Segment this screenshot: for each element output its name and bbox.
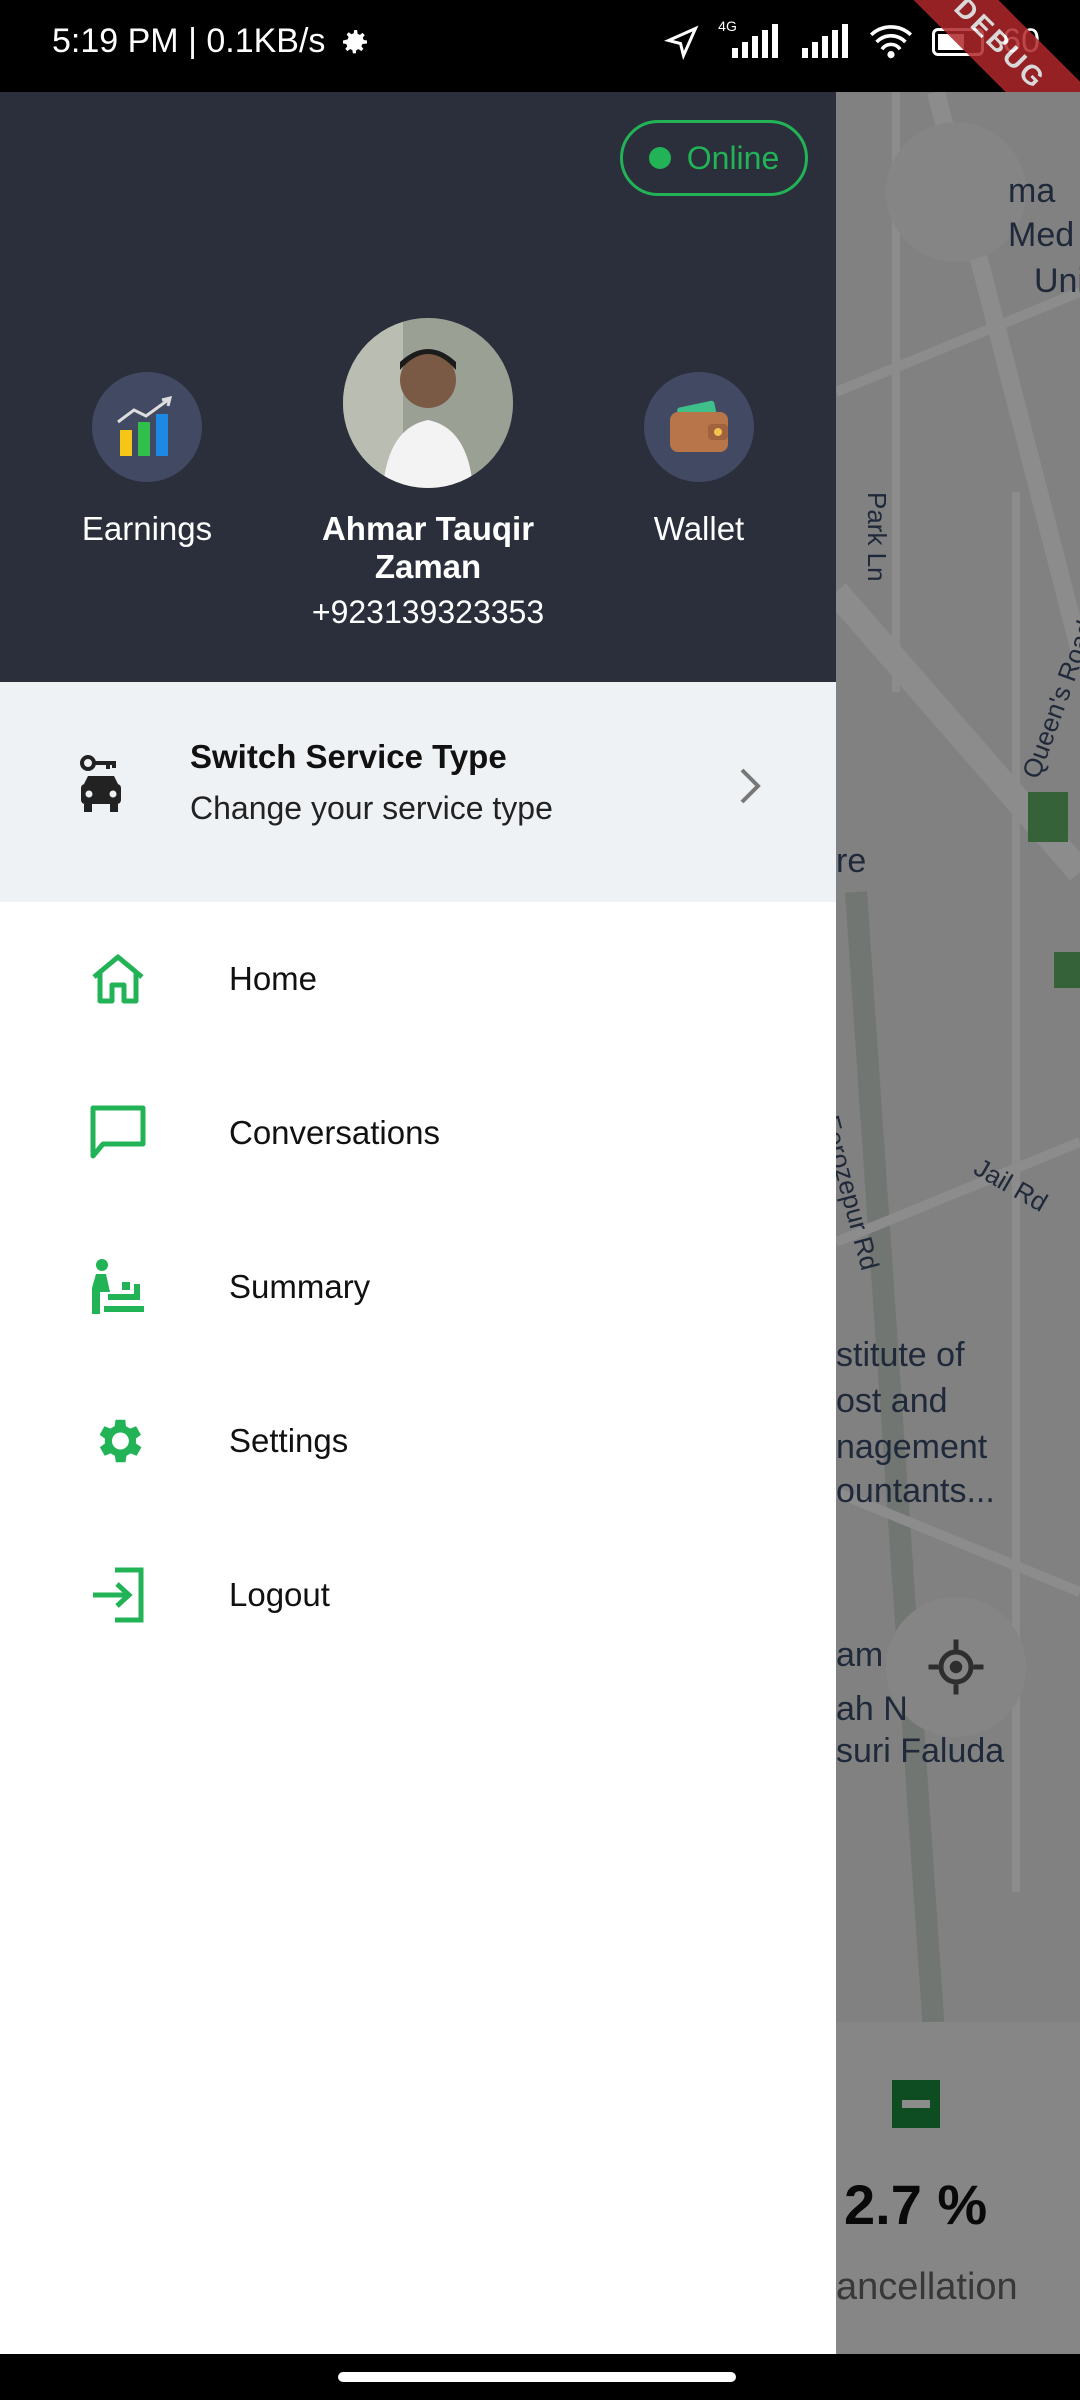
online-status-label: Online bbox=[686, 139, 780, 176]
logout-icon bbox=[86, 1563, 150, 1627]
menu-item-label: Logout bbox=[229, 1576, 330, 1613]
profile-section[interactable]: Ahmar Tauqir Zaman +923139323353 bbox=[300, 318, 556, 631]
home-icon bbox=[86, 947, 150, 1011]
menu-item-label: Summary bbox=[229, 1268, 371, 1305]
online-status-toggle[interactable]: Online bbox=[620, 120, 808, 196]
settings-icon bbox=[86, 1409, 150, 1473]
navigation-drawer: Online Earnings Ahmar Tauqir Zaman +9231… bbox=[0, 92, 836, 2354]
menu-item-logout[interactable]: Logout bbox=[0, 1520, 836, 1670]
menu-item-conversations[interactable]: Conversations bbox=[0, 1058, 836, 1208]
earnings-chart-icon bbox=[92, 372, 202, 482]
switch-service-subtitle: Change your service type bbox=[190, 790, 553, 826]
switch-service-title: Switch Service Type bbox=[190, 738, 507, 775]
user-name: Ahmar Tauqir Zaman bbox=[321, 510, 535, 585]
map-background: ma Med Univ Park Ln Queen's Road re Fero… bbox=[836, 92, 1080, 2354]
menu-item-label: Settings bbox=[229, 1422, 349, 1459]
signal-icon bbox=[802, 23, 849, 58]
summary-icon bbox=[86, 1255, 150, 1319]
menu-item-home[interactable]: Home bbox=[0, 904, 836, 1054]
system-nav-bar bbox=[0, 2354, 1080, 2400]
wallet-icon bbox=[644, 372, 754, 482]
chat-icon bbox=[86, 1101, 150, 1165]
status-time: 5:19 PM | 0.1KB/s bbox=[52, 22, 326, 60]
user-phone: +923139323353 bbox=[311, 594, 545, 630]
online-dot-icon bbox=[648, 147, 671, 169]
switch-service-type-row[interactable]: Switch Service Type Change your service … bbox=[0, 682, 836, 902]
location-arrow-icon bbox=[664, 25, 699, 60]
wifi-icon bbox=[870, 24, 913, 58]
wallet-label: Wallet bbox=[653, 510, 745, 547]
wallet-button[interactable]: Wallet bbox=[604, 372, 794, 548]
avatar bbox=[343, 318, 513, 488]
home-indicator[interactable] bbox=[338, 2372, 736, 2382]
menu-item-label: Conversations bbox=[229, 1114, 440, 1151]
signal-4g-icon: 4G bbox=[718, 18, 782, 60]
chevron-right-icon bbox=[738, 766, 762, 811]
menu-item-label: Home bbox=[229, 960, 318, 997]
earnings-label: Earnings bbox=[81, 510, 213, 547]
drawer-header: Online Earnings Ahmar Tauqir Zaman +9231… bbox=[0, 92, 836, 682]
menu-item-summary[interactable]: Summary bbox=[0, 1212, 836, 1362]
car-key-icon bbox=[78, 754, 124, 821]
settings-status-icon bbox=[343, 29, 368, 53]
menu-item-settings[interactable]: Settings bbox=[0, 1366, 836, 1516]
earnings-button[interactable]: Earnings bbox=[52, 372, 242, 548]
status-bar: 5:19 PM | 0.1KB/s 4G 60 DEBUG bbox=[0, 0, 1080, 151]
drawer-scrim[interactable] bbox=[836, 92, 1080, 2354]
